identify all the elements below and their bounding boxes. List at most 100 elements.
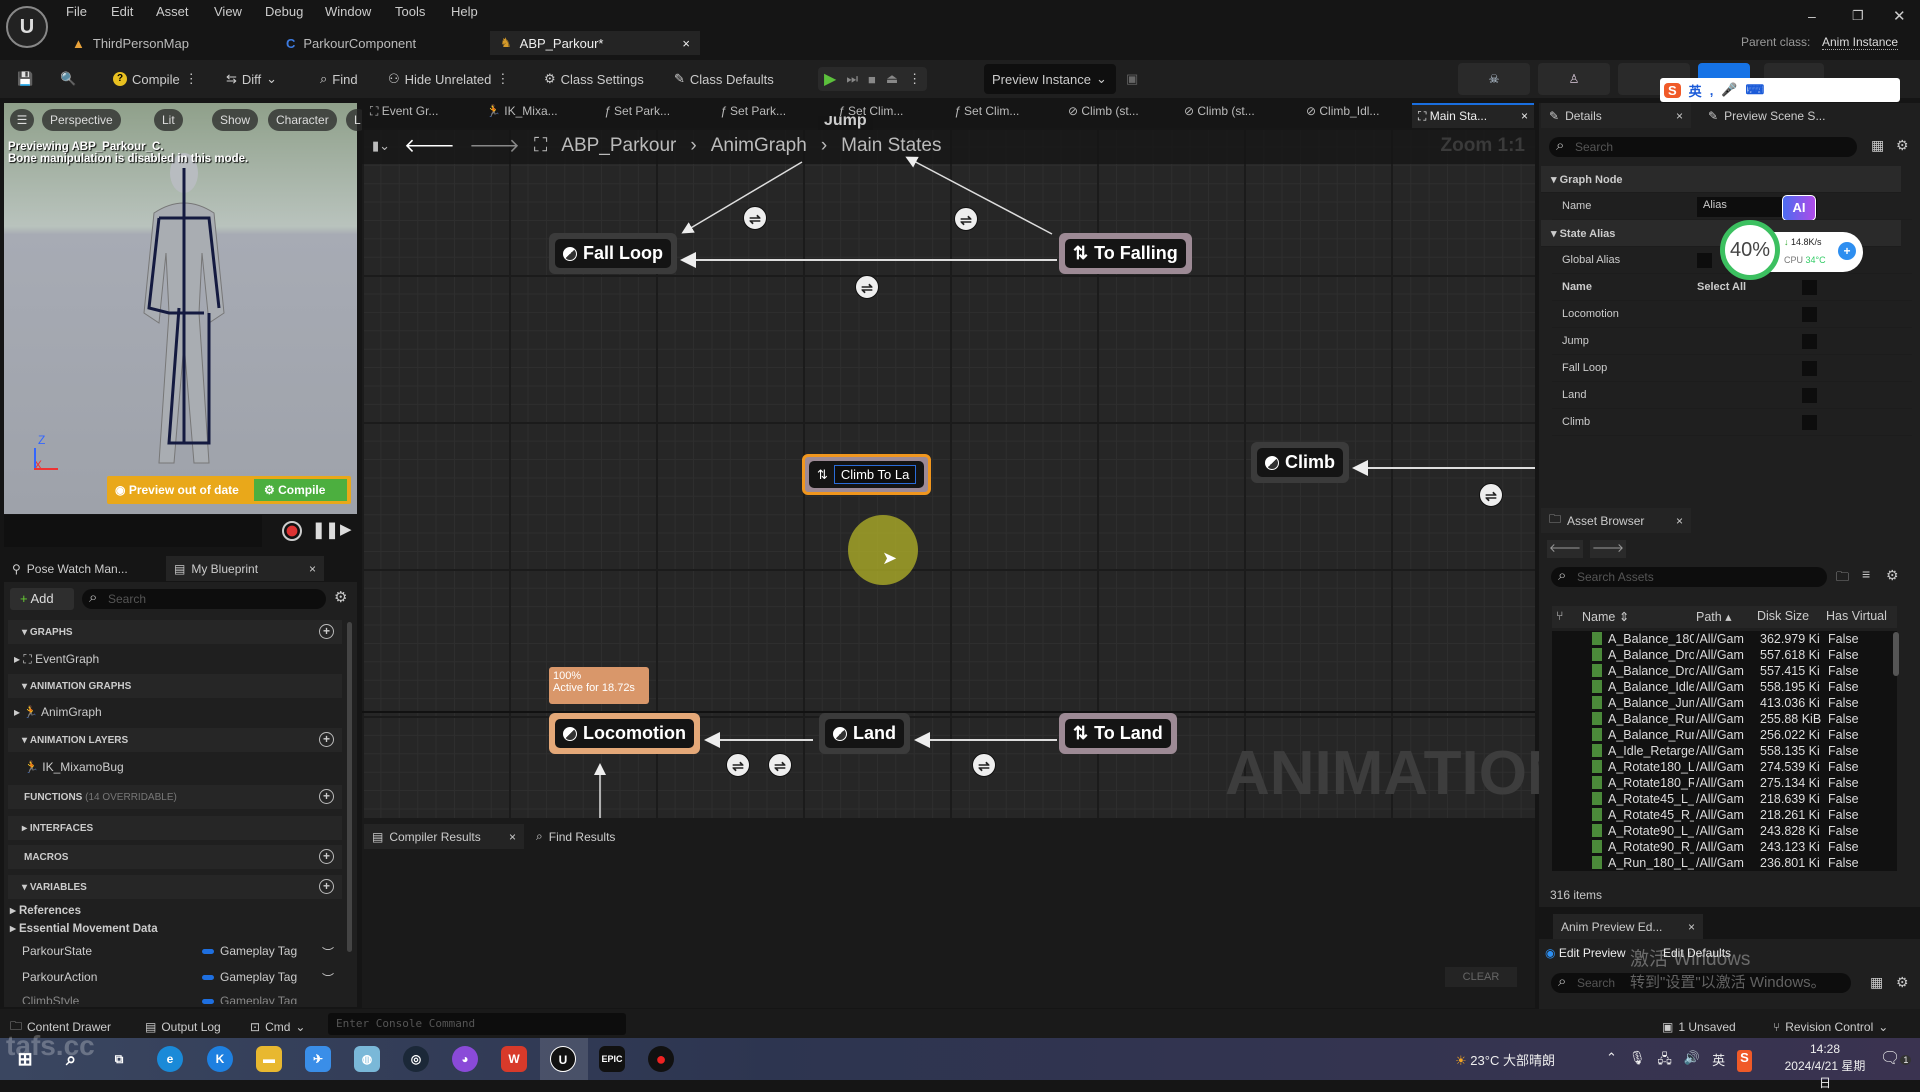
close-icon[interactable]: ×	[1688, 920, 1695, 934]
asset-row[interactable]: A_Rotate45_L_F/All/Gam 218.639 Ki False	[1552, 791, 1897, 807]
tab-preview-scene-settings[interactable]: ✎ Preview Scene S...	[1700, 103, 1833, 128]
transition-rule-icon[interactable]: ⇌	[726, 753, 750, 777]
edit-preview-radio[interactable]: ◉ Edit Preview	[1545, 946, 1626, 960]
transition-rule-icon[interactable]: ⇌	[972, 753, 996, 777]
node-rename-input[interactable]: Climb To La	[833, 465, 917, 484]
console-command-input[interactable]: Enter Console Command	[328, 1013, 626, 1035]
asset-row[interactable]: A_Rotate180_L_/All/Gam 274.539 Ki False	[1552, 759, 1897, 775]
kugou-icon[interactable]: K	[207, 1046, 233, 1072]
asset-name: A_Rotate180_R_	[1608, 776, 1694, 790]
category-graph-node[interactable]: ▾ Graph Node	[1541, 166, 1901, 193]
steam-icon[interactable]: ◎	[403, 1046, 429, 1072]
asset-row[interactable]: A_Balance_Jum/All/Gam 413.036 Ki False	[1552, 695, 1897, 711]
state-node-locomotion-active[interactable]: Locomotion	[549, 713, 700, 754]
asset-row[interactable]: A_Balance_Idle_/All/Gam 558.195 Ki False	[1552, 679, 1897, 695]
search-icon[interactable]: ⌕	[58, 1046, 84, 1072]
github-icon[interactable]: ◕	[452, 1046, 478, 1072]
asset-row[interactable]: A_Rotate90_L_F/All/Gam 243.828 Ki False	[1552, 823, 1897, 839]
state-node-climb[interactable]: Climb	[1251, 442, 1350, 483]
edge-icon[interactable]: e	[157, 1046, 183, 1072]
tab-details[interactable]: ✎ Details ×	[1541, 103, 1691, 128]
back-arrow-icon[interactable]: 🡐	[1547, 540, 1583, 558]
alias-node-to-land[interactable]: ⇅ To Land	[1059, 713, 1177, 754]
feishu-icon[interactable]: ✈	[305, 1046, 331, 1072]
select-all-checkbox[interactable]	[1802, 280, 1817, 295]
asset-row[interactable]: A_Balance_Dro/All/Gam 557.415 Ki False	[1552, 663, 1897, 679]
output-log-button[interactable]: ▤ Output Log	[145, 1015, 221, 1039]
unreal-engine-icon[interactable]: U	[550, 1046, 576, 1072]
epic-games-icon[interactable]: EPIC	[599, 1046, 625, 1072]
revision-control-button[interactable]: ⑂ Revision Control ⌄	[1773, 1015, 1888, 1039]
state-checkbox[interactable]	[1802, 388, 1817, 403]
chevron-up-icon[interactable]: ⌃	[1606, 1050, 1617, 1072]
asset-row[interactable]: A_Run_180_L_R/All/Gam 236.801 Ki False	[1552, 855, 1897, 871]
scrollbar[interactable]	[1893, 632, 1899, 676]
alias-node-climb-to-la-selected[interactable]: ⇅ Climb To La	[802, 454, 932, 495]
state-checkbox[interactable]	[1802, 334, 1817, 349]
sogou-icon[interactable]: S	[1737, 1050, 1752, 1072]
settings-gear-icon[interactable]: ⚙	[1896, 974, 1909, 991]
weather[interactable]: ☀ 23°C 大部晴朗	[1455, 1050, 1555, 1069]
cmd-dropdown[interactable]: ⊡ Cmd ⌄	[250, 1015, 305, 1039]
ime-indicator[interactable]: 英	[1712, 1050, 1725, 1072]
column-name[interactable]: Name ⇕	[1582, 609, 1629, 624]
state-checkbox[interactable]	[1802, 361, 1817, 376]
pencil-icon: ✎	[1708, 108, 1719, 123]
close-icon[interactable]: ×	[1676, 514, 1683, 528]
grid-view-icon[interactable]: ▦	[1870, 974, 1883, 991]
forward-arrow-icon[interactable]: 🡒	[1590, 540, 1626, 558]
global-alias-checkbox[interactable]	[1697, 253, 1712, 268]
column-has-virtual[interactable]: Has Virtual	[1826, 609, 1887, 623]
file-explorer-icon[interactable]: ▬	[256, 1046, 282, 1072]
tab-asset-browser[interactable]: 🗀 Asset Browser ×	[1541, 508, 1691, 533]
transition-rule-icon[interactable]: ⇌	[954, 207, 978, 231]
state-checkbox[interactable]	[1802, 415, 1817, 430]
details-search-input[interactable]: Search	[1549, 136, 1857, 157]
settings-gear-icon[interactable]: ⚙	[1896, 137, 1909, 154]
start-icon[interactable]: ⊞	[12, 1046, 38, 1072]
recorder-icon[interactable]: ●	[648, 1046, 674, 1072]
transition-rule-icon[interactable]: ⇌	[1479, 483, 1503, 507]
close-icon[interactable]: ×	[1676, 109, 1683, 123]
microphone-icon[interactable]: 🎙	[1629, 1050, 1646, 1072]
folder-icon[interactable]: 🗀	[1836, 568, 1849, 590]
asset-row[interactable]: A_Idle_Retarget/All/Gam 558.135 Ki False	[1552, 743, 1897, 759]
transition-rule-icon[interactable]: ⇌	[743, 206, 767, 230]
tab-anim-preview-editor[interactable]: Anim Preview Ed... ×	[1553, 914, 1703, 939]
grid-view-icon[interactable]: ▦	[1871, 137, 1884, 154]
app-icon[interactable]: ◍	[354, 1046, 380, 1072]
tab-compiler-results[interactable]: ▤ Compiler Results ×	[364, 824, 524, 849]
asset-row[interactable]: A_Balance_Run_/All/Gam 256.022 Ki False	[1552, 727, 1897, 743]
wire-to-falling-to-jump[interactable]	[905, 156, 1053, 235]
task-view-icon[interactable]: ⧉	[106, 1046, 132, 1072]
state-node-fall-loop[interactable]: Fall Loop	[549, 233, 677, 274]
settings-gear-icon[interactable]: ⚙	[1886, 567, 1899, 584]
wps-icon[interactable]: W	[501, 1046, 527, 1072]
alias-node-to-falling[interactable]: ⇅ To Falling	[1059, 233, 1192, 274]
column-disk-size[interactable]: Disk Size	[1757, 609, 1809, 623]
network-icon[interactable]: 🖧	[1657, 1050, 1672, 1072]
unsaved-button[interactable]: ▣ 1 Unsaved	[1662, 1015, 1736, 1039]
asset-search-input[interactable]: Search Assets	[1551, 566, 1827, 587]
ai-assistant-button[interactable]: AI	[1782, 195, 1816, 221]
tab-find-results[interactable]: ⌕ Find Results	[528, 824, 623, 849]
asset-row[interactable]: A_Balance_Dro/All/Gam 557.618 Ki False	[1552, 647, 1897, 663]
asset-row[interactable]: A_Rotate90_R_F/All/Gam 243.123 Ki False	[1552, 839, 1897, 855]
clock[interactable]: 14:28 2024/4/21 星期日	[1780, 1041, 1870, 1092]
asset-row[interactable]: A_Balance_180_/All/Gam 362.979 Ki False	[1552, 631, 1897, 647]
state-checkbox[interactable]	[1802, 307, 1817, 322]
asset-row[interactable]: A_Rotate45_R_F/All/Gam 218.261 Ki False	[1552, 807, 1897, 823]
transition-rule-icon[interactable]: ⇌	[855, 275, 879, 299]
transition-rule-icon[interactable]: ⇌	[768, 753, 792, 777]
close-icon[interactable]: ×	[509, 830, 516, 844]
column-path[interactable]: Path ▴	[1696, 609, 1731, 624]
clear-button[interactable]: CLEAR	[1445, 967, 1517, 987]
log-icon: ▤	[145, 1020, 157, 1034]
plus-icon[interactable]: +	[1838, 242, 1856, 260]
state-node-land[interactable]: Land	[819, 713, 910, 754]
notification-icon[interactable]: 🗨 1	[1880, 1048, 1912, 1068]
filter-icon[interactable]: ≡	[1862, 566, 1870, 582]
volume-icon[interactable]: 🔊	[1684, 1050, 1700, 1072]
asset-row[interactable]: A_Balance_Run_/All/Gam 255.88 KiB False	[1552, 711, 1897, 727]
asset-row[interactable]: A_Rotate180_R_/All/Gam 275.134 Ki False	[1552, 775, 1897, 791]
